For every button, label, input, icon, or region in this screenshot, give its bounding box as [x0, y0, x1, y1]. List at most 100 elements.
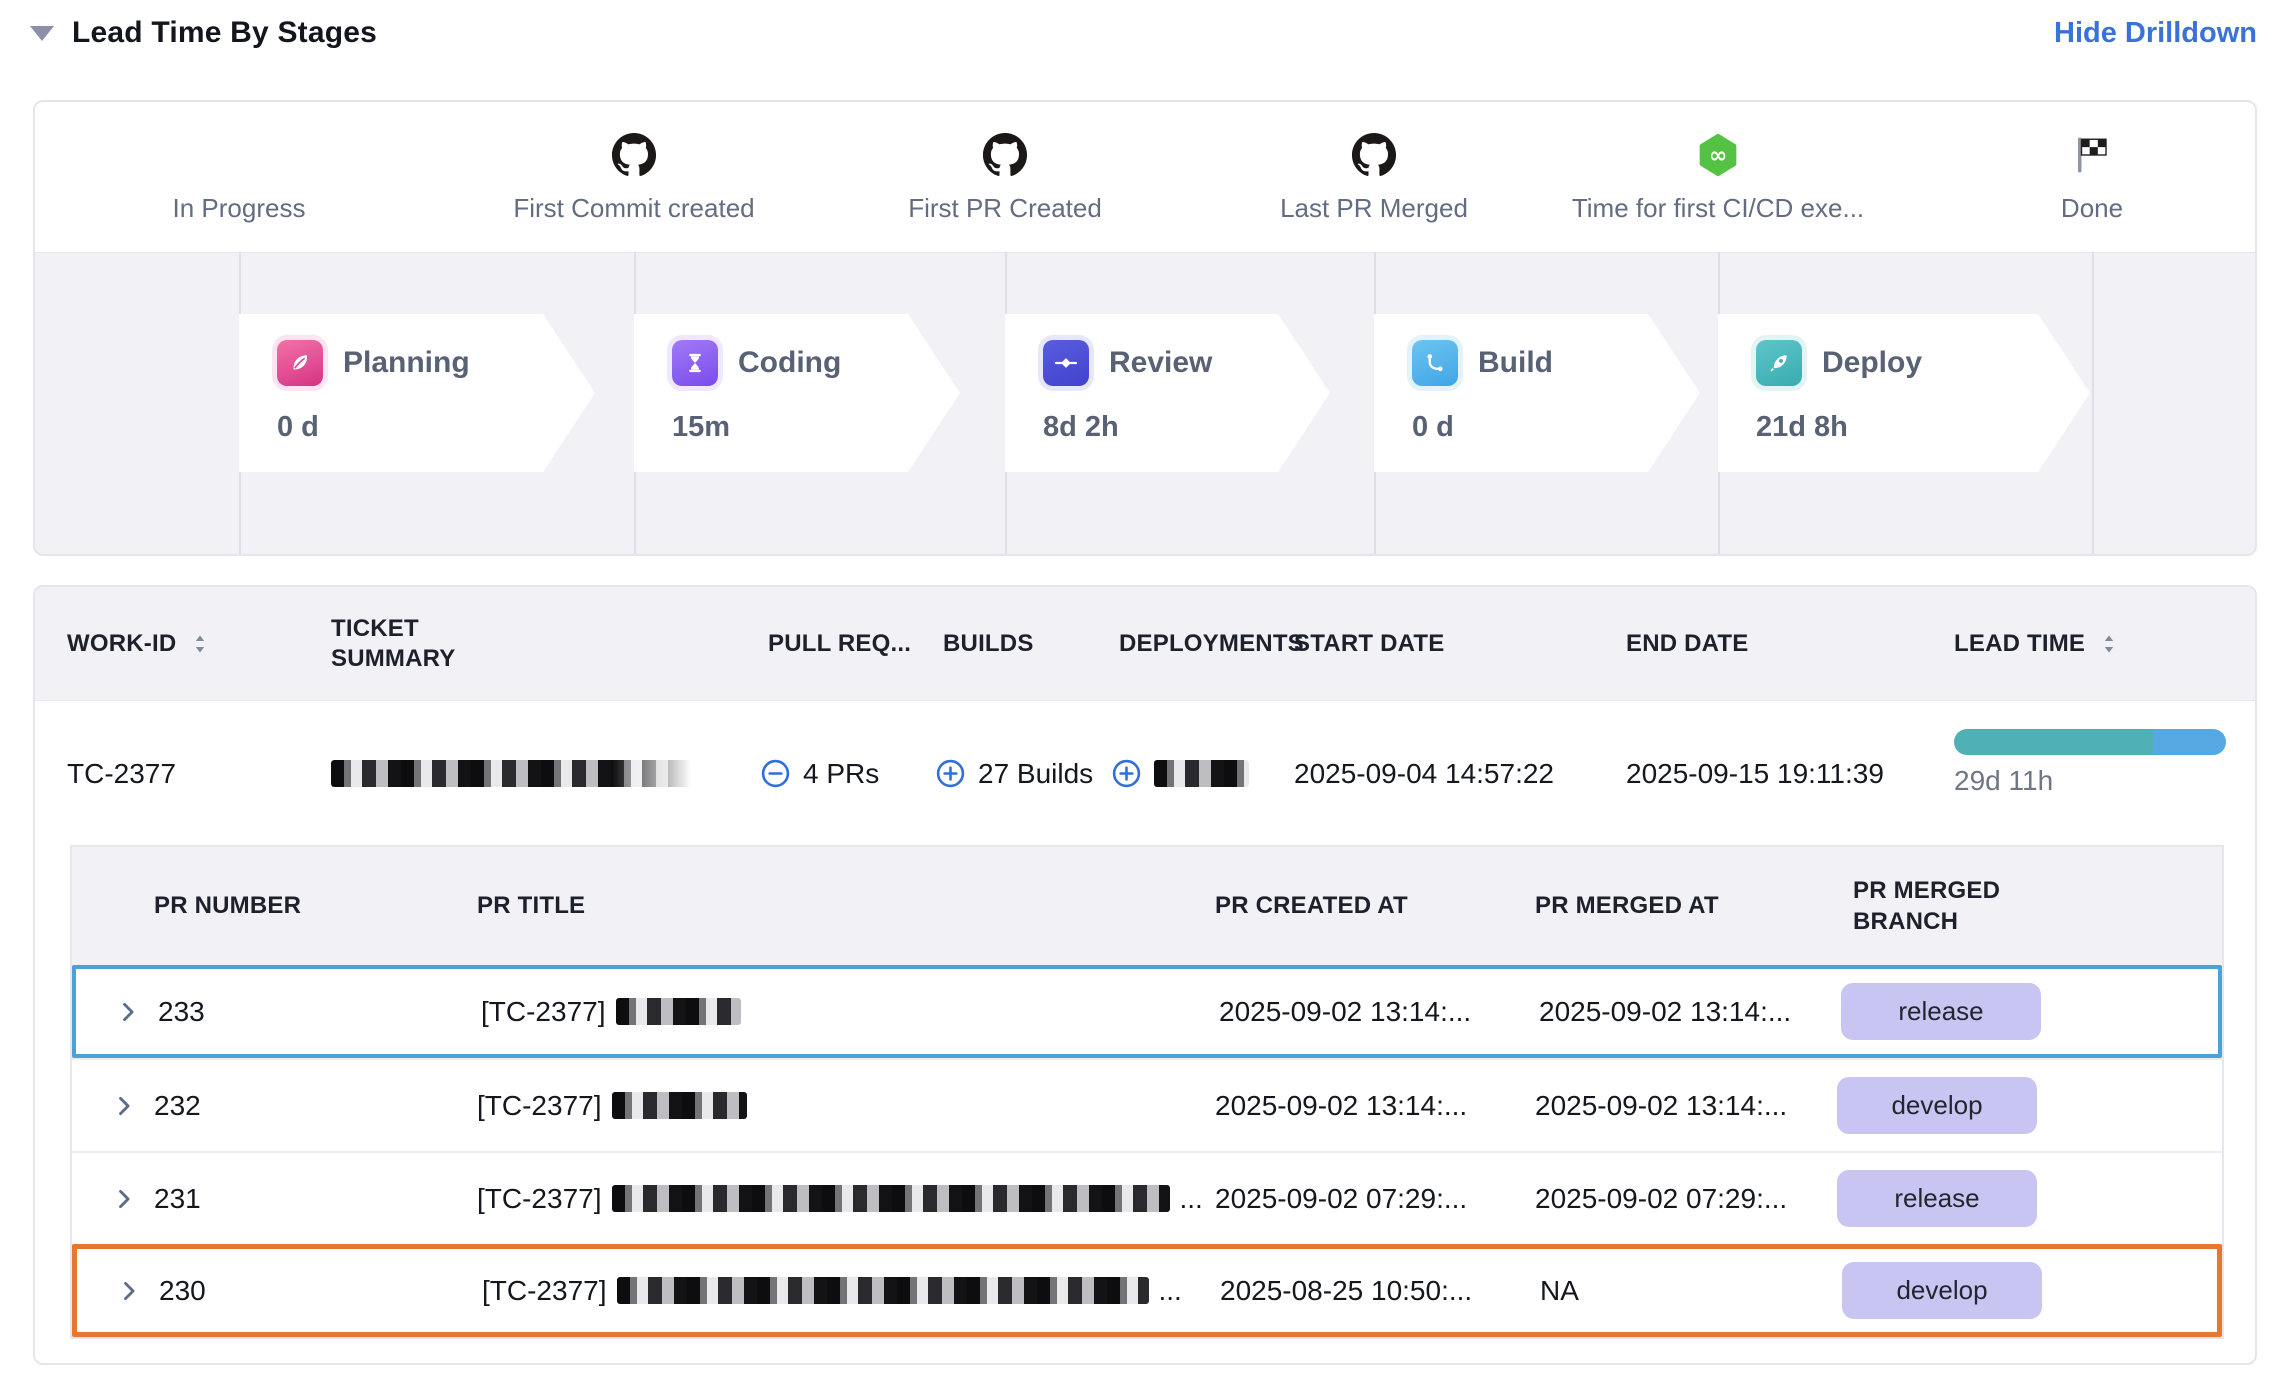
github-icon	[790, 130, 1220, 180]
lead-time-bar-segment-blue	[2153, 729, 2226, 755]
stage-name: Review	[1109, 346, 1212, 380]
pr-row-233[interactable]: 233 [TC-2377] 2025-09-02 13:14:... 2025-…	[72, 965, 2222, 1058]
lead-time-cell: 29d 11h	[1954, 701, 2226, 846]
expand-cell	[110, 1060, 138, 1151]
milestone-first-pr: First PR Created	[790, 130, 1220, 224]
milestone-label: First Commit created	[419, 193, 849, 224]
pr-branch-cell: develop	[1837, 1060, 2037, 1151]
sort-icon[interactable]	[2097, 632, 2121, 656]
sort-icon[interactable]	[188, 632, 212, 656]
pr-title-prefix: [TC-2377]	[482, 1275, 607, 1307]
pr-merged-cell: 2025-09-02 13:14:...	[1539, 969, 1791, 1054]
stage-card-deploy: Deploy 21d 8h	[1718, 314, 2090, 472]
milestone-done: Done	[1877, 130, 2257, 224]
stage-duration: 8d 2h	[1043, 411, 1330, 444]
expand-cell	[114, 969, 142, 1054]
deployments-cell	[1111, 701, 1249, 846]
branch-badge: release	[1837, 1170, 2037, 1227]
milestone-label: Done	[1877, 193, 2257, 224]
branch-badge: release	[1841, 983, 2041, 1040]
collapse-triangle-icon[interactable]	[30, 26, 54, 41]
work-item-row[interactable]: TC-2377 4 PRs 27 Builds	[35, 701, 2255, 846]
end-date-cell: 2025-09-15 19:11:39	[1626, 701, 1884, 846]
status-diamond-icon	[33, 130, 454, 180]
pr-table-header: PR NUMBER PR TITLE PR CREATED AT PR MERG…	[72, 847, 2222, 965]
builds-count[interactable]: 27 Builds	[978, 758, 1093, 790]
pr-created-cell: 2025-09-02 13:14:...	[1219, 969, 1471, 1054]
redacted-pr-title	[616, 998, 741, 1025]
lead-time-value: 29d 11h	[1954, 765, 2226, 797]
chevron-right-icon[interactable]	[115, 1277, 143, 1305]
pr-row-230[interactable]: 230 [TC-2377] ... 2025-08-25 10:50:... N…	[72, 1244, 2222, 1337]
stage-card-planning: Planning 0 d	[239, 314, 595, 472]
minus-circle-icon[interactable]	[760, 758, 791, 789]
milestone-in-progress: In Progress	[33, 130, 454, 224]
milestone-label: In Progress	[33, 193, 454, 224]
column-header-pr-title: PR TITLE	[477, 847, 585, 965]
section-header: Lead Time By Stages Hide Drilldown	[30, 16, 2257, 50]
branch-badge: develop	[1837, 1077, 2037, 1134]
rocket-icon	[1756, 340, 1802, 386]
column-header-pr-merged-branch: PR MERGED BRANCH	[1853, 847, 2063, 965]
cicd-infinity-icon	[1503, 130, 1933, 180]
pr-title-prefix: [TC-2377]	[481, 996, 606, 1028]
lead-time-bar-segment-teal	[1954, 729, 2153, 755]
plus-circle-icon[interactable]	[1111, 758, 1142, 789]
stage-card-build: Build 0 d	[1374, 314, 1700, 472]
redacted-deployments-count	[1154, 760, 1249, 787]
column-header-lead-time[interactable]: LEAD TIME	[1954, 587, 2121, 700]
stage-duration: 21d 8h	[1756, 411, 2090, 444]
page-title: Lead Time By Stages	[72, 16, 377, 50]
pr-row-232[interactable]: 232 [TC-2377] 2025-09-02 13:14:... 2025-…	[72, 1058, 2222, 1151]
stage-duration: 15m	[672, 411, 960, 444]
pr-branch-cell: release	[1837, 1153, 2037, 1244]
pr-created-cell: 2025-09-02 07:29:...	[1215, 1153, 1467, 1244]
pull-requests-count[interactable]: 4 PRs	[803, 758, 879, 790]
github-icon	[419, 130, 849, 180]
start-date-cell: 2025-09-04 14:57:22	[1294, 701, 1554, 846]
redacted-pr-title	[617, 1277, 1149, 1304]
column-header-ticket-summary: TICKET SUMMARY	[331, 587, 491, 700]
column-header-deployments: DEPLOYMENTS	[1119, 587, 1304, 700]
pr-row-231[interactable]: 231 [TC-2377] ... 2025-09-02 07:29:... 2…	[72, 1151, 2222, 1244]
commit-diamond-icon	[1043, 340, 1089, 386]
column-header-end-date: END DATE	[1626, 587, 1749, 700]
plus-circle-icon[interactable]	[935, 758, 966, 789]
work-table-header: WORK-ID TICKET SUMMARY PULL REQ... BUILD…	[35, 587, 2255, 701]
milestone-cicd: Time for first CI/CD exe...	[1503, 130, 1933, 224]
stage-duration: 0 d	[277, 411, 595, 444]
checkered-flag-icon	[1877, 130, 2257, 180]
stage-card-coding: Coding 15m	[634, 314, 960, 472]
stage-name: Deploy	[1822, 346, 1922, 380]
column-label: LEAD TIME	[1954, 630, 2085, 658]
work-table-panel: WORK-ID TICKET SUMMARY PULL REQ... BUILD…	[33, 585, 2257, 1365]
lead-time-bar	[1954, 729, 2226, 755]
column-header-start-date: START DATE	[1294, 587, 1444, 700]
pr-merged-cell: 2025-09-02 07:29:...	[1535, 1153, 1787, 1244]
stages-panel: In Progress First Commit created First P…	[33, 100, 2257, 556]
redacted-pr-title	[612, 1185, 1170, 1212]
expand-cell	[115, 1249, 143, 1332]
column-label: START DATE	[1294, 630, 1444, 658]
chevron-right-icon[interactable]	[110, 1092, 138, 1120]
column-label: BUILDS	[943, 630, 1034, 658]
pr-number-cell: 232	[154, 1060, 201, 1151]
hide-drilldown-link[interactable]: Hide Drilldown	[2054, 17, 2257, 50]
pr-title-prefix: [TC-2377]	[477, 1090, 602, 1122]
pr-title-suffix: ...	[1159, 1275, 1182, 1307]
column-label: TICKET SUMMARY	[331, 614, 491, 674]
pr-branch-cell: release	[1841, 969, 2041, 1054]
column-header-work-id[interactable]: WORK-ID	[67, 587, 212, 700]
milestone-label: Time for first CI/CD exe...	[1503, 193, 1933, 224]
pr-table: PR NUMBER PR TITLE PR CREATED AT PR MERG…	[70, 845, 2224, 1339]
branch-icon	[1412, 340, 1458, 386]
stage-name: Planning	[343, 346, 470, 380]
milestone-first-commit: First Commit created	[419, 130, 849, 224]
pr-branch-cell: develop	[1842, 1249, 2042, 1332]
pr-title-cell: [TC-2377] ...	[482, 1249, 1182, 1332]
column-divider	[2092, 252, 2094, 554]
chevron-right-icon[interactable]	[110, 1185, 138, 1213]
builds-cell: 27 Builds	[935, 701, 1093, 846]
pr-number-cell: 230	[159, 1249, 206, 1332]
chevron-right-icon[interactable]	[114, 998, 142, 1026]
